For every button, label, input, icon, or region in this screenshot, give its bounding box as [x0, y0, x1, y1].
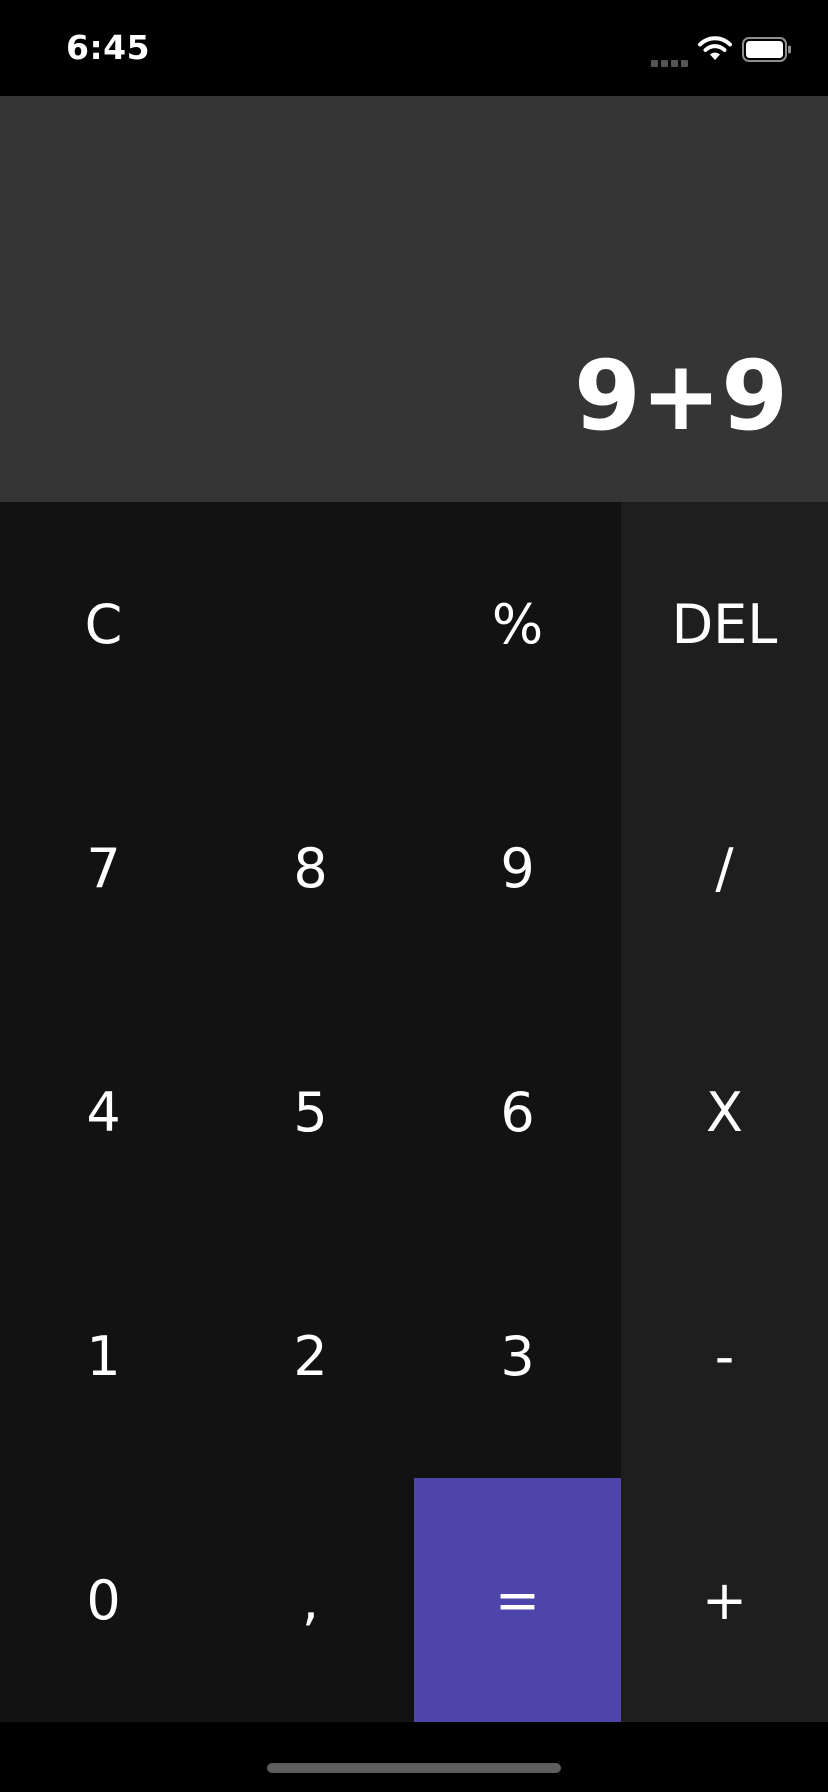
- expression-display: 9+9: [573, 340, 788, 452]
- digit-8-label: 8: [293, 836, 328, 900]
- digit-0-label: 0: [86, 1568, 121, 1632]
- plus-button-label: +: [701, 1568, 748, 1632]
- digit-7-button[interactable]: 7: [0, 746, 207, 990]
- status-time: 6:45: [66, 28, 151, 67]
- delete-button-label: DEL: [671, 592, 778, 656]
- multiply-button-label: X: [706, 1080, 743, 1144]
- digit-7-label: 7: [86, 836, 121, 900]
- calculator-display: 9+9: [0, 96, 828, 502]
- digit-3-button[interactable]: 3: [414, 1234, 621, 1478]
- blank-key: [207, 502, 414, 746]
- digit-6-label: 6: [500, 1080, 535, 1144]
- multiply-button[interactable]: X: [621, 990, 828, 1234]
- digit-3-label: 3: [500, 1324, 535, 1388]
- divide-button[interactable]: /: [621, 746, 828, 990]
- digit-9-button[interactable]: 9: [414, 746, 621, 990]
- digit-1-button[interactable]: 1: [0, 1234, 207, 1478]
- comma-button[interactable]: ,: [207, 1478, 414, 1722]
- equals-button[interactable]: =: [414, 1478, 621, 1722]
- status-bar: 6:45: [0, 0, 828, 96]
- home-indicator[interactable]: [267, 1763, 561, 1773]
- digit-4-button[interactable]: 4: [0, 990, 207, 1234]
- digit-1-label: 1: [86, 1324, 121, 1388]
- digit-5-label: 5: [293, 1080, 328, 1144]
- bottom-safe-area: [0, 1722, 828, 1792]
- digit-9-label: 9: [500, 836, 535, 900]
- divide-button-label: /: [715, 836, 734, 900]
- clear-button[interactable]: C: [0, 502, 207, 746]
- delete-button[interactable]: DEL: [621, 502, 828, 746]
- minus-button-label: -: [714, 1324, 735, 1388]
- digit-2-button[interactable]: 2: [207, 1234, 414, 1478]
- wifi-icon: [698, 36, 732, 60]
- equals-button-label: =: [494, 1568, 541, 1632]
- digit-4-label: 4: [86, 1080, 121, 1144]
- keypad: C % DEL 7 8 9 / 4 5 6 X 1 2 3 - 0 , = +: [0, 502, 828, 1722]
- percent-button[interactable]: %: [414, 502, 621, 746]
- minus-button[interactable]: -: [621, 1234, 828, 1478]
- percent-button-label: %: [491, 592, 544, 656]
- digit-2-label: 2: [293, 1324, 328, 1388]
- cellular-signal-icon: [651, 52, 691, 67]
- digit-0-button[interactable]: 0: [0, 1478, 207, 1722]
- battery-icon: [742, 37, 791, 62]
- digit-6-button[interactable]: 6: [414, 990, 621, 1234]
- plus-button[interactable]: +: [621, 1478, 828, 1722]
- clear-button-label: C: [84, 592, 123, 656]
- comma-button-label: ,: [301, 1568, 320, 1632]
- digit-5-button[interactable]: 5: [207, 990, 414, 1234]
- digit-8-button[interactable]: 8: [207, 746, 414, 990]
